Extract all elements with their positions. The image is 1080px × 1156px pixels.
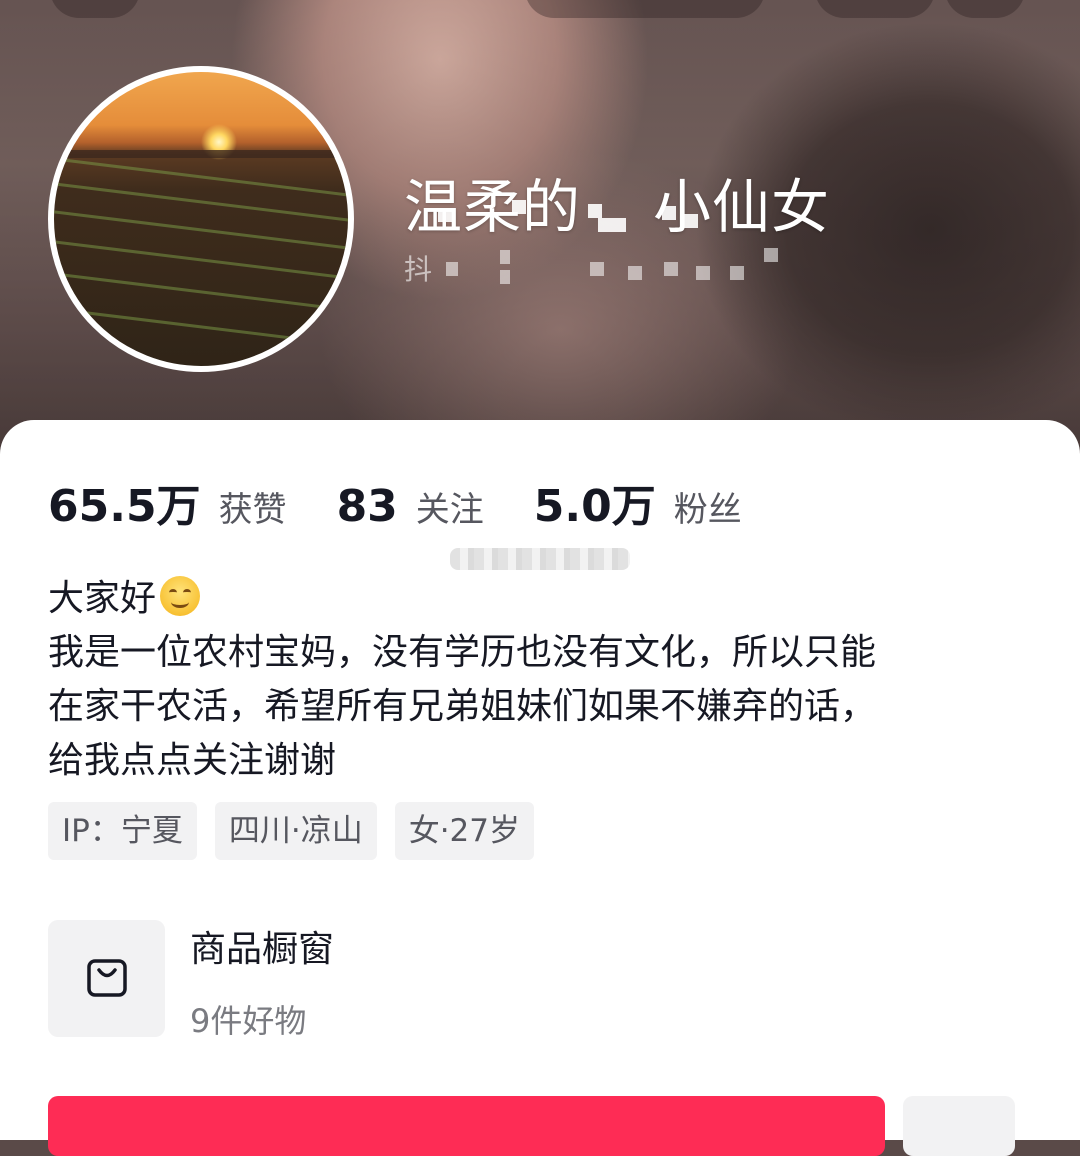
bio-line-4: 给我点点关注谢谢	[48, 740, 337, 781]
shopping-bag-icon	[87, 959, 127, 997]
shop-window-button[interactable]	[48, 920, 165, 1037]
blurred-watermark	[450, 548, 630, 570]
mosaic-block	[662, 206, 676, 220]
stat-followers-value: 5.0万	[533, 481, 656, 532]
search-bar[interactable]	[525, 0, 765, 18]
stat-following-label: 关注	[415, 490, 484, 530]
mosaic-block	[438, 208, 452, 222]
tag-gender-age: 女·27岁	[394, 802, 535, 860]
stat-followers[interactable]: 5.0万 粉丝	[534, 470, 742, 534]
stat-likes[interactable]: 65.5万 获赞	[48, 470, 287, 534]
mosaic-block	[512, 200, 526, 214]
mosaic-block	[598, 218, 626, 232]
stat-likes-label: 获赞	[218, 490, 287, 530]
mosaic-block	[500, 270, 510, 284]
shop-window-subtitle[interactable]: 9件好物	[190, 996, 306, 1042]
profile-tags: IP：宁夏 四川·凉山 女·27岁	[48, 802, 552, 860]
mosaic-block	[446, 262, 458, 276]
bio: 大家好 我是一位农村宝妈，没有学历也没有文化，所以只能 在家干农活，希望所有兄弟…	[48, 572, 1038, 788]
smiling-face-icon	[160, 576, 201, 616]
mosaic-block	[764, 248, 778, 262]
mosaic-block	[628, 266, 642, 280]
user-id-prefix: 抖	[404, 253, 433, 286]
mosaic-block	[588, 204, 602, 218]
mosaic-block	[664, 262, 678, 276]
mosaic-block	[730, 266, 744, 280]
stat-following-value: 83	[336, 481, 398, 532]
user-id: 抖	[404, 248, 432, 288]
follow-button[interactable]	[48, 1096, 885, 1156]
mosaic-block	[684, 214, 698, 228]
bio-line-2: 我是一位农村宝妈，没有学历也没有文化，所以只能	[48, 632, 877, 673]
username-visible-prefix: 温柔的	[404, 173, 582, 241]
share-button[interactable]	[815, 0, 935, 18]
avatar-horizon	[54, 150, 348, 158]
secondary-action-button[interactable]	[903, 1096, 1015, 1156]
shop-window-title[interactable]: 商品橱窗	[190, 920, 334, 972]
mosaic-block	[590, 262, 604, 276]
mosaic-block	[500, 250, 510, 264]
username-visible-suffix: 小仙女	[653, 173, 831, 241]
avatar[interactable]	[48, 66, 354, 372]
stat-followers-label: 粉丝	[673, 490, 742, 530]
tag-region: 四川·凉山	[214, 802, 377, 860]
stat-likes-value: 65.5万	[48, 481, 201, 532]
bio-line-3: 在家干农活，希望所有兄弟姐妹们如果不嫌弃的话，	[48, 686, 877, 727]
tag-ip-location: IP：宁夏	[48, 802, 197, 860]
mosaic-block	[696, 266, 710, 280]
bio-line: 大家好	[48, 572, 1038, 626]
bio-line-1: 大家好	[48, 578, 157, 619]
stat-following[interactable]: 83 关注	[337, 481, 484, 532]
stats-row: 65.5万 获赞 83 关注 5.0万 粉丝	[48, 470, 792, 534]
